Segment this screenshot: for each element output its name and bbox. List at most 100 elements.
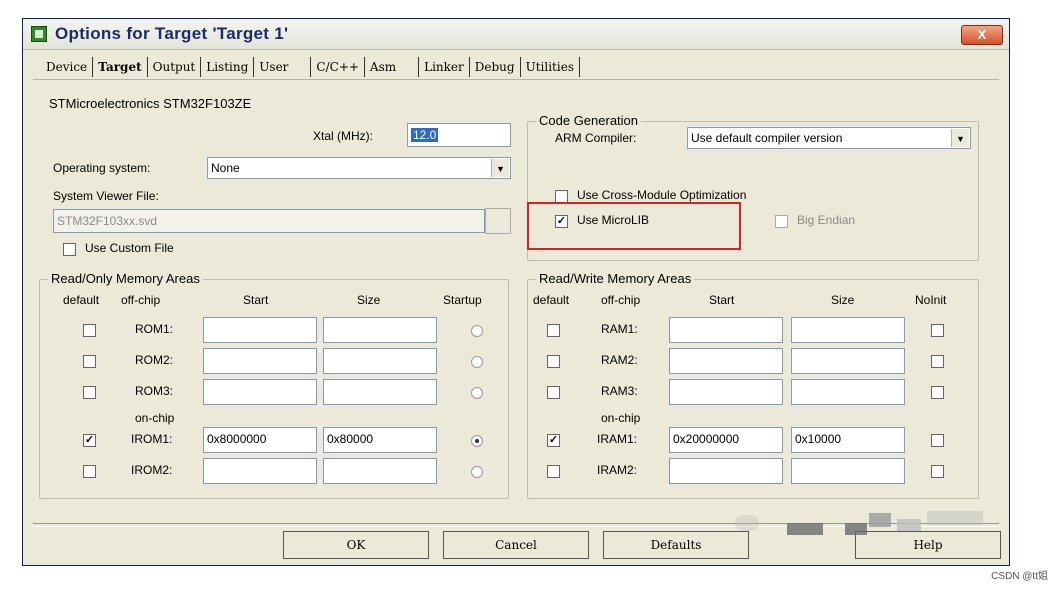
ram2-size-input[interactable] bbox=[791, 348, 905, 374]
ram1-noinit-checkbox[interactable] bbox=[931, 324, 944, 337]
chevron-down-icon[interactable]: ▼ bbox=[951, 129, 969, 147]
rom-header-start: Start bbox=[243, 293, 269, 307]
tab-c-cpp[interactable]: C/C++ bbox=[311, 57, 365, 77]
rom1-default-checkbox[interactable] bbox=[83, 324, 96, 337]
big-endian-label: Big Endian bbox=[797, 213, 856, 227]
ok-button[interactable]: OK bbox=[283, 531, 429, 559]
rom3-start-input[interactable] bbox=[203, 379, 317, 405]
chevron-down-icon[interactable]: ▼ bbox=[491, 159, 509, 177]
tab-listing[interactable]: Listing bbox=[201, 57, 255, 77]
iram1-size-input[interactable]: 0x10000 bbox=[791, 427, 905, 453]
use-custom-file-label: Use Custom File bbox=[85, 241, 174, 255]
tab-linker[interactable]: Linker bbox=[419, 57, 470, 77]
blur-smudge bbox=[869, 513, 891, 527]
title-bar[interactable]: Options for Target 'Target 1' X bbox=[23, 19, 1009, 50]
irom2-size-input[interactable] bbox=[323, 458, 437, 484]
rom1-size-input[interactable] bbox=[323, 317, 437, 343]
blur-smudge bbox=[787, 523, 823, 535]
irom2-start-input[interactable] bbox=[203, 458, 317, 484]
rom2-default-checkbox[interactable] bbox=[83, 355, 96, 368]
xtal-label: Xtal (MHz): bbox=[313, 129, 373, 143]
ram1-label: RAM1: bbox=[601, 322, 638, 336]
rom2-size-input[interactable] bbox=[323, 348, 437, 374]
iram2-default-checkbox[interactable] bbox=[547, 465, 560, 478]
rom2-start-input[interactable] bbox=[203, 348, 317, 374]
iram1-noinit-checkbox[interactable] bbox=[931, 434, 944, 447]
big-endian-checkbox[interactable] bbox=[775, 215, 788, 228]
tab-debug[interactable]: Debug bbox=[470, 57, 521, 77]
system-viewer-label: System Viewer File: bbox=[53, 189, 159, 203]
defaults-button[interactable]: Defaults bbox=[603, 531, 749, 559]
rom-header-offchip: off-chip bbox=[121, 293, 161, 307]
rom3-default-checkbox[interactable] bbox=[83, 386, 96, 399]
irom2-label: IROM2: bbox=[131, 463, 173, 477]
irom2-startup-radio[interactable] bbox=[471, 466, 483, 478]
tab-output[interactable]: Output bbox=[148, 57, 202, 77]
help-button[interactable]: Help bbox=[855, 531, 1001, 559]
ram1-start-input[interactable] bbox=[669, 317, 783, 343]
rom2-startup-radio[interactable] bbox=[471, 356, 483, 368]
rom3-startup-radio[interactable] bbox=[471, 387, 483, 399]
irom1-start-input[interactable]: 0x8000000 bbox=[203, 427, 317, 453]
arm-compiler-label: ARM Compiler: bbox=[555, 131, 637, 145]
rom2-label: ROM2: bbox=[135, 353, 174, 367]
ram3-label: RAM3: bbox=[601, 384, 638, 398]
rom-onchip-label: on-chip bbox=[135, 411, 175, 425]
blur-smudge bbox=[897, 519, 921, 531]
os-label: Operating system: bbox=[53, 161, 151, 175]
system-viewer-field[interactable]: STM32F103xx.svd bbox=[53, 209, 485, 233]
iram1-start-input[interactable]: 0x20000000 bbox=[669, 427, 783, 453]
device-name: STMicroelectronics STM32F103ZE bbox=[49, 96, 252, 111]
rom-areas-legend: Read/Only Memory Areas bbox=[48, 271, 203, 286]
ram2-start-input[interactable] bbox=[669, 348, 783, 374]
cross-module-label: Use Cross-Module Optimization bbox=[577, 188, 747, 202]
ram1-size-input[interactable] bbox=[791, 317, 905, 343]
tab-device[interactable]: Device bbox=[41, 57, 94, 77]
ram2-noinit-checkbox[interactable] bbox=[931, 355, 944, 368]
use-custom-file-checkbox[interactable] bbox=[63, 243, 76, 256]
arm-compiler-select[interactable]: Use default compiler version ▼ bbox=[687, 127, 971, 149]
tab-utilities[interactable]: Utilities bbox=[521, 57, 580, 77]
browse-button[interactable] bbox=[485, 208, 511, 234]
irom2-default-checkbox[interactable] bbox=[83, 465, 96, 478]
ram3-start-input[interactable] bbox=[669, 379, 783, 405]
irom1-label: IROM1: bbox=[131, 432, 173, 446]
blur-smudge bbox=[845, 523, 867, 535]
iram2-noinit-checkbox[interactable] bbox=[931, 465, 944, 478]
tab-user[interactable]: User bbox=[254, 57, 312, 77]
irom1-size-input[interactable]: 0x80000 bbox=[323, 427, 437, 453]
tab-target[interactable]: Target bbox=[93, 57, 148, 77]
rom1-label: ROM1: bbox=[135, 322, 174, 336]
rom1-start-input[interactable] bbox=[203, 317, 317, 343]
xtal-input[interactable]: 12.0 bbox=[407, 123, 511, 147]
highlight-box bbox=[527, 202, 741, 250]
os-select[interactable]: None ▼ bbox=[207, 157, 511, 179]
csdn-watermark: CSDN @tt姐 bbox=[991, 571, 1048, 582]
app-icon bbox=[31, 26, 47, 42]
ram-onchip-label: on-chip bbox=[601, 411, 641, 425]
iram2-label: IRAM2: bbox=[597, 463, 638, 477]
ram3-noinit-checkbox[interactable] bbox=[931, 386, 944, 399]
rom-header-default: default bbox=[63, 293, 100, 307]
ram1-default-checkbox[interactable] bbox=[547, 324, 560, 337]
tab-bar: Device Target Output Listing User C/C++ Asm Lin… bbox=[41, 57, 859, 79]
blur-smudge bbox=[735, 515, 759, 531]
code-generation-legend: Code Generation bbox=[536, 113, 642, 128]
close-button[interactable]: X bbox=[961, 25, 1003, 45]
ram2-default-checkbox[interactable] bbox=[547, 355, 560, 368]
iram1-label: IRAM1: bbox=[597, 432, 638, 446]
irom1-startup-radio[interactable] bbox=[471, 435, 483, 447]
rom1-startup-radio[interactable] bbox=[471, 325, 483, 337]
ram3-size-input[interactable] bbox=[791, 379, 905, 405]
tab-asm[interactable]: Asm bbox=[365, 57, 420, 77]
iram1-default-checkbox[interactable]: ✓ bbox=[547, 434, 560, 447]
iram2-start-input[interactable] bbox=[669, 458, 783, 484]
rom-header-size: Size bbox=[357, 293, 381, 307]
iram2-size-input[interactable] bbox=[791, 458, 905, 484]
ram-header-noinit: NoInit bbox=[915, 293, 947, 307]
irom1-default-checkbox[interactable]: ✓ bbox=[83, 434, 96, 447]
rom3-size-input[interactable] bbox=[323, 379, 437, 405]
arm-compiler-value: Use default compiler version bbox=[691, 131, 843, 145]
ram3-default-checkbox[interactable] bbox=[547, 386, 560, 399]
cancel-button[interactable]: Cancel bbox=[443, 531, 589, 559]
